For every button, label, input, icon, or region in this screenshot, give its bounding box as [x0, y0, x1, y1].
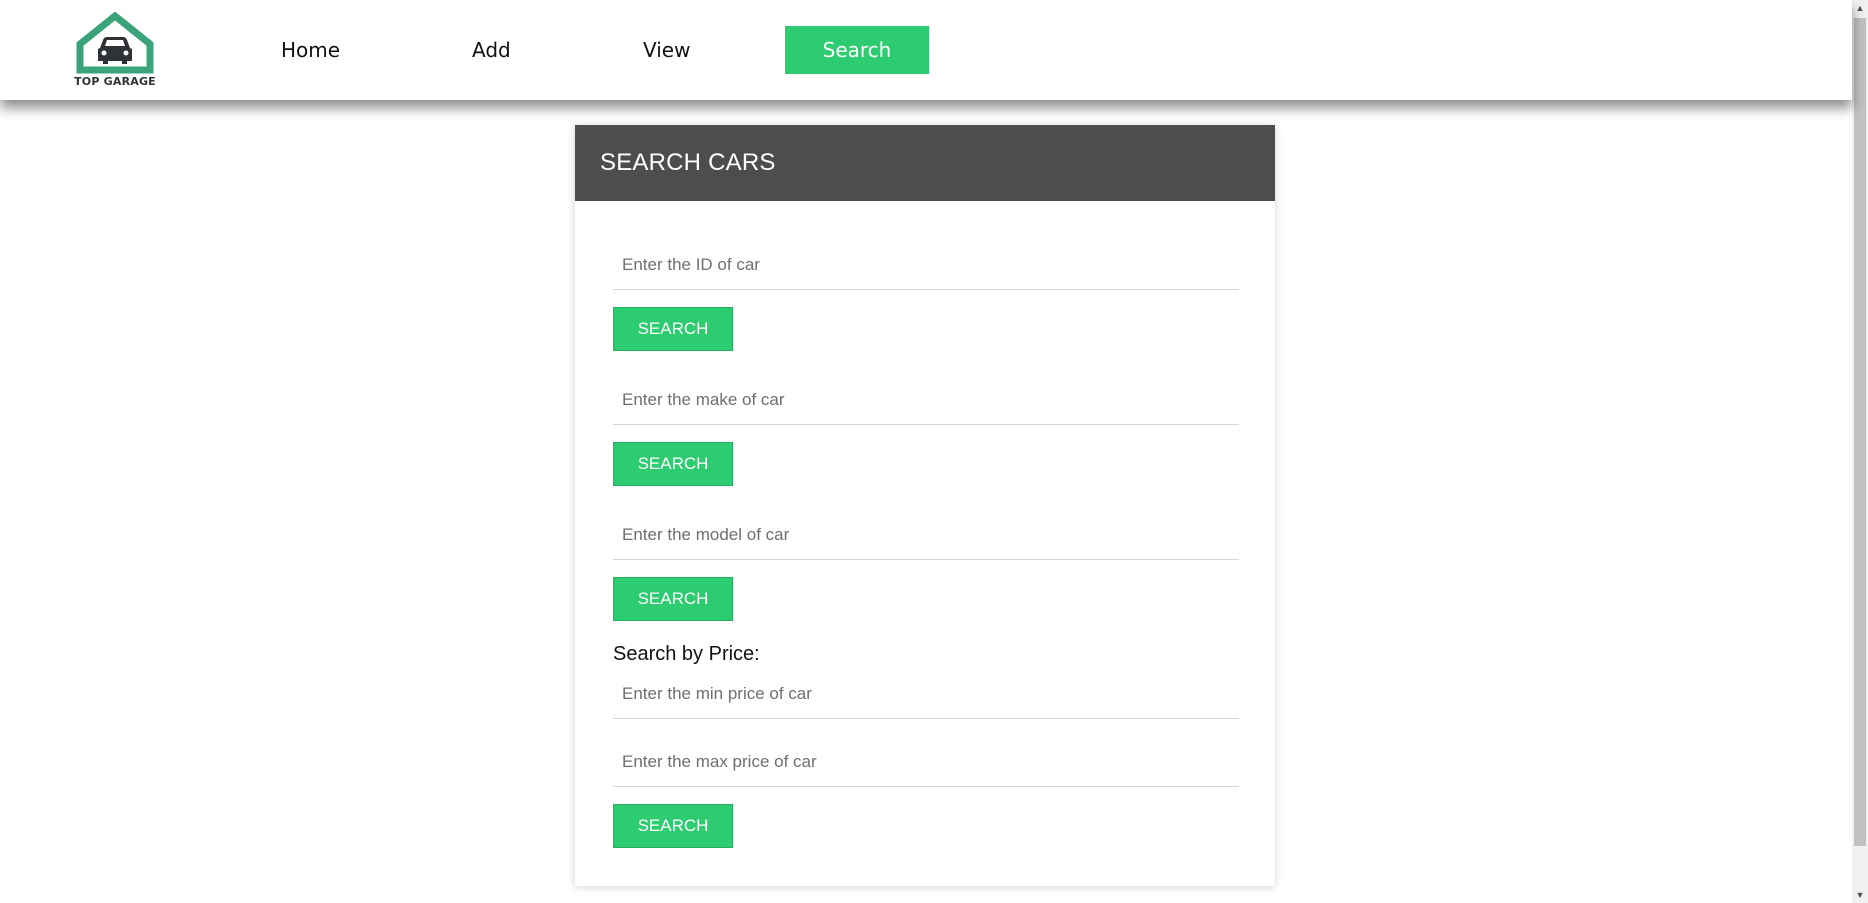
car-make-input[interactable]: [613, 375, 1239, 425]
chevron-up-icon[interactable]: ▲: [1852, 0, 1868, 16]
search-by-make-button[interactable]: SEARCH: [613, 442, 733, 486]
nav-view-link[interactable]: View: [643, 26, 690, 74]
nav-home-link[interactable]: Home: [281, 26, 340, 74]
car-model-input[interactable]: [613, 510, 1239, 560]
logo-text: TOP GARAGE: [74, 75, 156, 88]
search-by-id-button[interactable]: SEARCH: [613, 307, 733, 351]
nav-search-link[interactable]: Search: [785, 26, 929, 74]
top-navbar: TOP GARAGE Home Add View Search: [0, 0, 1852, 100]
page: TOP GARAGE Home Add View Search SEARCH C…: [0, 0, 1868, 903]
max-price-input[interactable]: [613, 737, 1239, 787]
car-id-input[interactable]: [613, 240, 1239, 290]
logo[interactable]: TOP GARAGE: [72, 12, 158, 88]
scrollbar-thumb[interactable]: [1854, 18, 1866, 846]
search-by-price-button[interactable]: SEARCH: [613, 804, 733, 848]
nav-add-link[interactable]: Add: [472, 26, 511, 74]
min-price-input[interactable]: [613, 669, 1239, 719]
vertical-scrollbar[interactable]: ▲ ▼: [1852, 0, 1868, 903]
panel-title: SEARCH CARS: [575, 125, 1275, 201]
search-cars-panel: SEARCH CARS SEARCH SEARCH SEARCH Search …: [575, 125, 1275, 886]
price-section-label: Search by Price:: [613, 643, 760, 665]
chevron-down-icon[interactable]: ▼: [1852, 887, 1868, 903]
search-by-model-button[interactable]: SEARCH: [613, 577, 733, 621]
house-car-icon: [76, 12, 154, 74]
